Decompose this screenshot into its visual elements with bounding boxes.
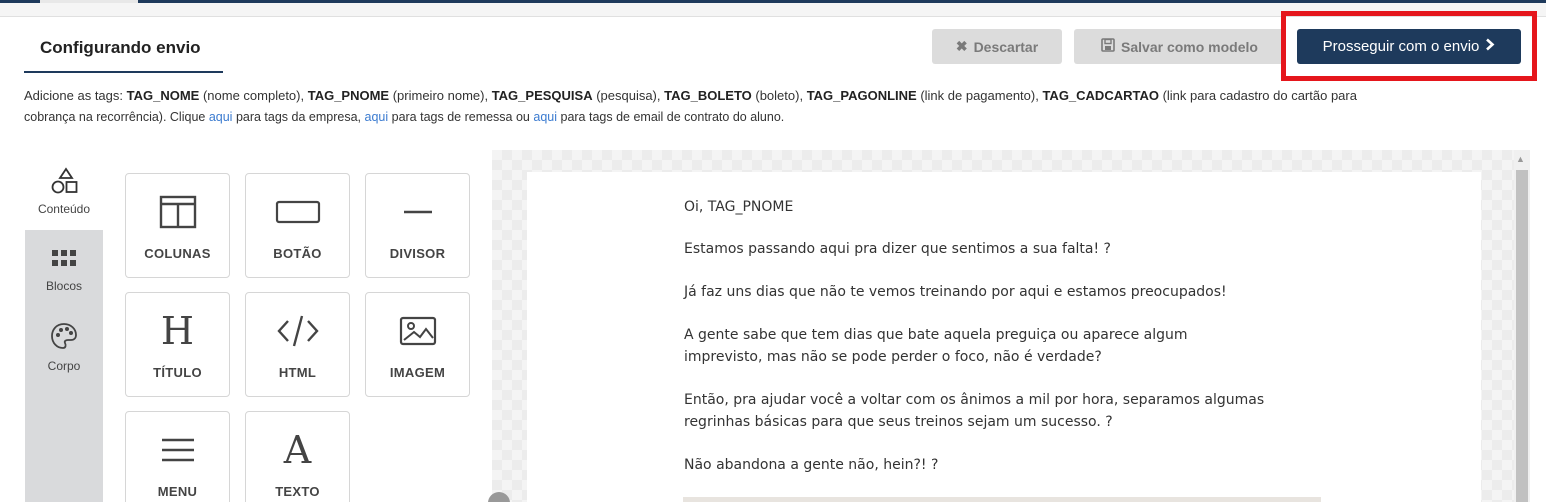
floppy-disk-icon (1101, 38, 1115, 55)
tags-instruction-text: para tags da empresa, (232, 110, 365, 124)
tool-menu[interactable]: MENU (125, 411, 230, 502)
tool-menu-label: MENU (157, 484, 198, 499)
tags-link[interactable]: aqui (365, 110, 389, 124)
scroll-up-arrow-icon[interactable]: ▲ (1516, 154, 1525, 164)
tool-html[interactable]: HTML (245, 292, 350, 397)
page-title: Configurando envio (40, 38, 201, 57)
tag-name: TAG_BOLETO (664, 88, 752, 103)
code-icon (276, 311, 320, 351)
email-greeting: Oi, TAG_PNOME (684, 199, 794, 215)
email-paragraph: Já faz uns dias que não te vemos treinan… (684, 284, 1227, 300)
tag-description: (boleto), (751, 88, 807, 103)
tags-instructions-line-2: cobrança na recorrência). Clique aqui pa… (24, 110, 784, 124)
tool-image[interactable]: IMAGEM (365, 292, 470, 397)
grid-icon (51, 249, 77, 270)
tool-divider-label: DIVISOR (389, 246, 446, 261)
tags-link[interactable]: aqui (209, 110, 233, 124)
nav-body-label: Corpo (47, 359, 81, 373)
tool-image-label: IMAGEM (389, 365, 446, 380)
tag-name: TAG_CADCARTAO (1042, 88, 1159, 103)
tag-name: TAG_PESQUISA (491, 88, 593, 103)
email-paragraph: Estamos passando aqui pra dizer que sent… (684, 241, 1111, 257)
tool-button-label: BOTÃO (273, 246, 322, 261)
tool-divider[interactable]: DIVISOR (365, 173, 470, 278)
tag-name: TAG_PNOME (307, 88, 390, 103)
tool-text[interactable]: A TEXTO (245, 411, 350, 502)
palette-icon (50, 322, 78, 353)
tag-description: (primeiro nome), (389, 88, 492, 103)
tool-columns[interactable]: COLUNAS (125, 173, 230, 278)
text-icon: A (283, 428, 312, 472)
nav-content-label: Conteúdo (37, 202, 91, 216)
tool-columns-label: COLUNAS (144, 246, 211, 261)
button-icon (275, 192, 321, 232)
columns-icon (159, 192, 197, 232)
tool-text-label: TEXTO (275, 484, 320, 499)
nav-body[interactable]: Corpo (25, 322, 103, 373)
save-as-template-button[interactable]: Salvar como modelo (1074, 29, 1285, 64)
tag-name: TAG_PAGONLINE (806, 88, 917, 103)
tag-description: Adicione as tags: (24, 88, 127, 103)
close-icon: ✖ (955, 38, 968, 54)
image-icon (399, 311, 437, 351)
tag-name: TAG_NOME (126, 88, 200, 103)
title-underline (24, 71, 223, 73)
divider-icon (403, 192, 433, 232)
tag-description: (pesquisa), (592, 88, 665, 103)
menu-icon (161, 430, 195, 470)
email-paragraph: Não abandona a gente não, hein?! ? (684, 457, 939, 473)
discard-label: Descartar (973, 38, 1039, 55)
tool-button[interactable]: BOTÃO (245, 173, 350, 278)
tool-title[interactable]: H TÍTULO (125, 292, 230, 397)
tag-description: (link para cadastro do cartão para (1158, 88, 1357, 103)
shapes-icon (49, 167, 79, 198)
canvas-scrollbar-thumb[interactable] (1516, 170, 1528, 502)
email-paragraph: A gente sabe que tem dias que bate aquel… (684, 327, 1188, 343)
tag-description: (nome completo), (199, 88, 308, 103)
tool-title-label: TÍTULO (153, 365, 202, 380)
nav-blocks[interactable]: Blocos (25, 249, 103, 293)
tags-instruction-text: para tags de remessa ou (388, 110, 534, 124)
email-image[interactable] (683, 497, 1321, 502)
tags-instructions-line-1: Adicione as tags: TAG_NOME (nome complet… (24, 88, 1357, 103)
tool-html-label: HTML (278, 365, 317, 380)
save-as-template-label: Salvar como modelo (1121, 38, 1258, 55)
email-paragraph: Então, pra ajudar você a voltar com os â… (684, 392, 1265, 408)
email-paragraph: regrinhas básicas para que seus treinos … (684, 414, 1113, 430)
tags-instruction-text: cobrança na recorrência). Clique (24, 110, 209, 124)
email-content[interactable]: Oi, TAG_PNOME Estamos passando aqui pra … (527, 172, 1481, 502)
nav-blocks-label: Blocos (45, 279, 83, 293)
highlight-annotation-box (1281, 11, 1537, 81)
tags-instruction-text: para tags de email de contrato do aluno. (557, 110, 785, 124)
tags-link[interactable]: aqui (533, 110, 557, 124)
nav-content[interactable]: Conteúdo (25, 167, 103, 216)
tag-description: (link de pagamento), (916, 88, 1043, 103)
discard-button[interactable]: ✖ Descartar (932, 29, 1062, 64)
heading-icon: H (160, 309, 195, 353)
email-paragraph: imprevisto, mas não se pode perder o foc… (684, 349, 1102, 365)
